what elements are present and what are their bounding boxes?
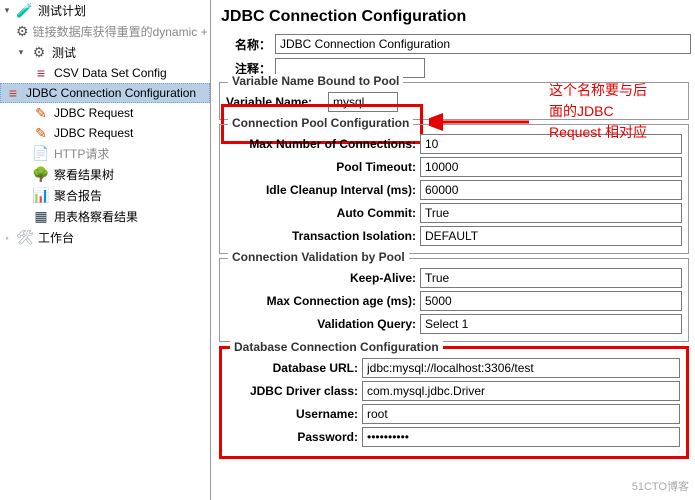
db-conn-fieldset: Database Connection Configuration Databa… xyxy=(219,346,689,459)
request-icon: 📄 xyxy=(32,146,50,162)
workbench-icon: 🛠 xyxy=(16,230,34,246)
auto-commit-label: Auto Commit: xyxy=(226,206,416,220)
tree-root[interactable]: ▾ 🧪 测试计划 xyxy=(0,0,210,21)
user-input[interactable] xyxy=(362,404,680,424)
collapse-icon[interactable]: ▾ xyxy=(2,6,12,16)
max-conn-label: Max Number of Connections: xyxy=(226,137,416,151)
db-url-label: Database URL: xyxy=(228,361,358,375)
validation-legend: Connection Validation by Pool xyxy=(228,250,409,264)
user-label: Username: xyxy=(228,407,358,421)
page-title: JDBC Connection Configuration xyxy=(211,0,695,32)
keep-alive-label: Keep-Alive: xyxy=(226,271,416,285)
tree-label: CSV Data Set Config xyxy=(54,66,167,80)
tree-item-jdbc-req-2[interactable]: ✎ JDBC Request xyxy=(0,123,210,143)
db-url-input[interactable] xyxy=(362,358,680,378)
csv-icon: ≡ xyxy=(32,65,50,81)
tree-label: HTTP请求 xyxy=(54,145,109,162)
idle-label: Idle Cleanup Interval (ms): xyxy=(226,183,416,197)
tree-label: JDBC Request xyxy=(54,126,133,140)
gear-icon: ⚙ xyxy=(16,24,29,40)
tree-item-csv[interactable]: ≡ CSV Data Set Config xyxy=(0,63,210,83)
db-conn-legend: Database Connection Configuration xyxy=(230,340,443,354)
tree-label: 测试 xyxy=(52,44,76,61)
query-input[interactable] xyxy=(420,314,682,334)
driver-label: JDBC Driver class: xyxy=(228,384,358,398)
pass-label: Password: xyxy=(228,430,358,444)
name-label: 名称： xyxy=(221,36,271,53)
config-panel: JDBC Connection Configuration 名称： 注释： Va… xyxy=(211,0,695,500)
tree-item-http[interactable]: 📄 HTTP请求 xyxy=(0,143,210,164)
tree-icon: 🌳 xyxy=(32,167,50,183)
keep-alive-input[interactable] xyxy=(420,268,682,288)
tree-item-jdbc-req-1[interactable]: ✎ JDBC Request xyxy=(0,103,210,123)
tree-label: JDBC Request xyxy=(54,106,133,120)
tree-test[interactable]: ▾ ⚙ 测试 xyxy=(0,42,210,63)
pencil-icon: ✎ xyxy=(32,125,50,141)
tree-item-results-tree[interactable]: 🌳 察看结果树 xyxy=(0,164,210,185)
watermark: 51CTO博客 xyxy=(632,478,689,494)
auto-commit-input[interactable] xyxy=(420,203,682,223)
conn-pool-fieldset: Connection Pool Configuration Max Number… xyxy=(219,124,689,254)
annotation-text: 这个名称要与后 面的JDBC Request 相对应 xyxy=(549,80,689,143)
jdbc-icon: ≡ xyxy=(4,85,22,101)
query-label: Validation Query: xyxy=(226,317,416,331)
table-icon: ▦ xyxy=(32,209,50,225)
collapse-icon[interactable]: ▾ xyxy=(16,48,26,58)
name-input[interactable] xyxy=(275,34,691,54)
tree-label: JDBC Connection Configuration xyxy=(26,86,196,100)
tree-label: 聚合报告 xyxy=(54,187,102,204)
txn-input[interactable] xyxy=(420,226,682,246)
tree-label: 测试计划 xyxy=(38,2,86,19)
tree-label: 链接数据库获得重置的dynamic + res xyxy=(33,23,211,40)
tree-item-aggregate[interactable]: 📊 聚合报告 xyxy=(0,185,210,206)
pass-input[interactable] xyxy=(362,427,680,447)
beaker-icon: 🧪 xyxy=(16,3,34,19)
var-name-label: Variable Name: xyxy=(226,95,324,109)
validation-fieldset: Connection Validation by Pool Keep-Alive… xyxy=(219,258,689,342)
max-age-label: Max Connection age (ms): xyxy=(226,294,416,308)
conn-pool-legend: Connection Pool Configuration xyxy=(228,116,413,130)
tree-item-table-results[interactable]: ▦ 用表格察看结果 xyxy=(0,206,210,227)
tree-label: 察看结果树 xyxy=(54,166,114,183)
max-age-input[interactable] xyxy=(420,291,682,311)
tree-item-jdbc-config[interactable]: ≡ JDBC Connection Configuration xyxy=(0,83,210,103)
tree-label: 用表格察看结果 xyxy=(54,208,138,225)
tree-root-tip[interactable]: ⚙ 链接数据库获得重置的dynamic + res xyxy=(0,21,210,42)
tree-panel: ▾ 🧪 测试计划 ⚙ 链接数据库获得重置的dynamic + res ▾ ⚙ 测… xyxy=(0,0,211,500)
var-name-input[interactable] xyxy=(328,92,398,112)
idle-input[interactable] xyxy=(420,180,682,200)
gear-icon: ⚙ xyxy=(30,45,48,61)
tree-workbench[interactable]: ◦ 🛠 工作台 xyxy=(0,227,210,248)
driver-input[interactable] xyxy=(362,381,680,401)
tree-label: 工作台 xyxy=(38,229,74,246)
pool-timeout-input[interactable] xyxy=(420,157,682,177)
report-icon: 📊 xyxy=(32,188,50,204)
txn-label: Transaction Isolation: xyxy=(226,229,416,243)
leaf-icon: ◦ xyxy=(2,233,12,243)
pencil-icon: ✎ xyxy=(32,105,50,121)
var-pool-legend: Variable Name Bound to Pool xyxy=(228,74,403,88)
pool-timeout-label: Pool Timeout: xyxy=(226,160,416,174)
